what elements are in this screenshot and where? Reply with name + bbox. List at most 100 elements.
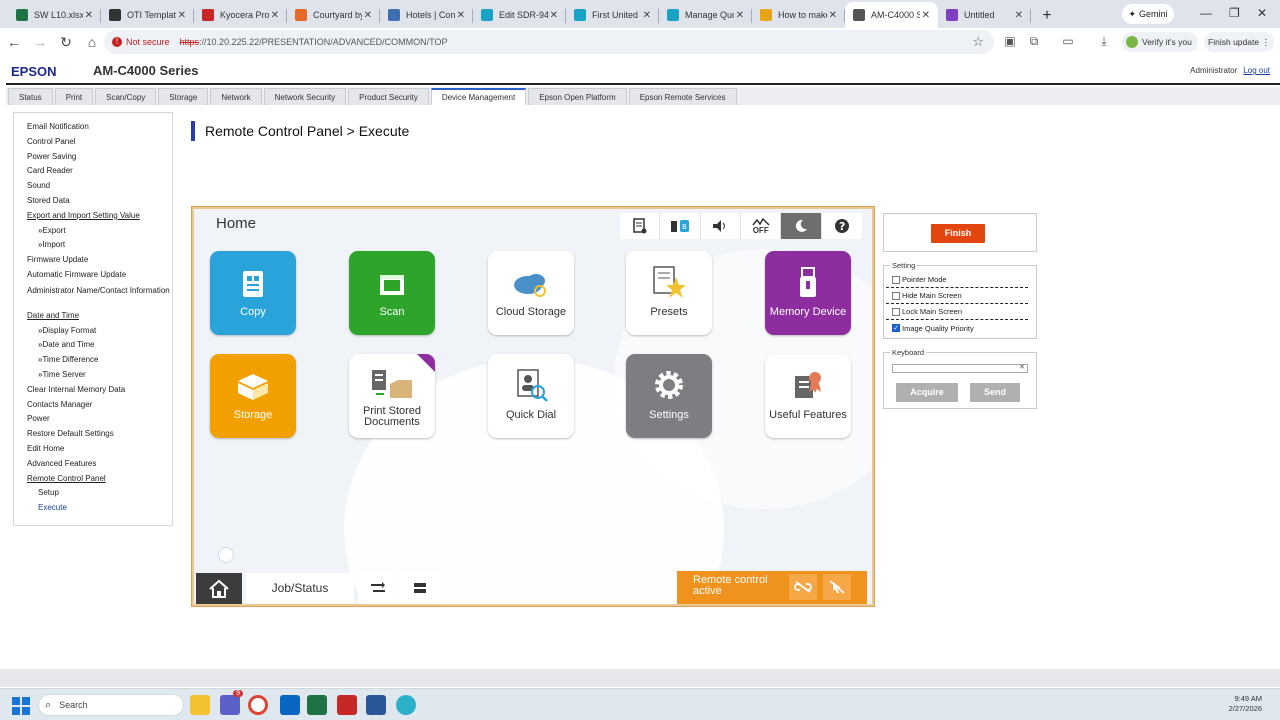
tab-epson-open-platform[interactable]: Epson Open Platform — [528, 88, 627, 105]
pointer-off-icon[interactable] — [823, 574, 851, 600]
close-tab-icon[interactable]: ✕ — [457, 10, 465, 21]
tile-storage[interactable]: Storage — [210, 354, 296, 438]
browser-tab[interactable]: Kyocera Prod✕ — [194, 2, 287, 28]
chrome-icon[interactable] — [248, 695, 268, 715]
close-window-icon[interactable]: ✕ — [1257, 6, 1267, 20]
close-tab-icon[interactable]: ✕ — [271, 10, 279, 21]
sidebar-item[interactable]: Advanced Features — [14, 457, 172, 472]
checkbox[interactable] — [892, 275, 900, 284]
tile-print-stored-documents[interactable]: Print Stored Documents — [349, 354, 435, 438]
browser-tab[interactable]: AM-C4000 Se✕ — [845, 2, 938, 28]
tab-storage[interactable]: Storage — [158, 88, 209, 105]
job-status-button[interactable]: Job/Status — [246, 573, 354, 603]
restore-icon[interactable]: ❐ — [1229, 6, 1240, 20]
close-tab-icon[interactable]: ✕ — [829, 10, 837, 21]
clear-input-icon[interactable]: ✕ — [1019, 363, 1025, 371]
file-explorer-icon[interactable] — [190, 695, 210, 715]
browser-tab[interactable]: Courtyard by ✕ — [287, 2, 380, 28]
system-clock[interactable]: 9:49 AM 2/27/2026 — [1229, 694, 1262, 714]
bookmark-star-icon[interactable]: ☆ — [972, 34, 984, 50]
sidebar-item[interactable]: Remote Control Panel — [14, 472, 172, 487]
browser-tab[interactable]: Manage Quo ✕ — [659, 2, 752, 28]
close-tab-icon[interactable]: ✕ — [550, 10, 558, 21]
sidebar-item[interactable]: Email Notification — [14, 120, 172, 135]
verify-chip[interactable]: Verify it's you — [1122, 32, 1198, 52]
sidebar-item[interactable]: Export and Import Setting Value — [14, 209, 172, 224]
tile-copy[interactable]: Copy — [210, 251, 296, 335]
tab-product-security[interactable]: Product Security — [348, 88, 429, 105]
sidebar-item[interactable]: Restore Default Settings — [14, 427, 172, 442]
acquire-button[interactable]: Acquire — [896, 383, 958, 402]
tile-quick-dial[interactable]: Quick Dial — [488, 354, 574, 438]
checkbox[interactable]: ✓ — [892, 324, 900, 332]
not-secure-chip[interactable]: ! Not secure — [112, 37, 170, 47]
tile-memory-device[interactable]: Memory Device — [765, 251, 851, 335]
tab-print[interactable]: Print — [54, 88, 94, 105]
close-tab-icon[interactable]: ✕ — [922, 10, 930, 21]
setting-checkbox-row[interactable]: Hide Main Screen — [886, 288, 1028, 304]
sidebar-item[interactable]: »Time Difference — [14, 353, 172, 368]
tab-status[interactable]: Status — [8, 88, 53, 105]
device-home-button[interactable] — [196, 573, 242, 604]
close-tab-icon[interactable]: ✕ — [736, 10, 744, 21]
sidebar-item[interactable]: »Time Server — [14, 368, 172, 383]
sidebar-item[interactable]: »Display Format — [14, 324, 172, 339]
close-tab-icon[interactable]: ✕ — [1015, 10, 1023, 21]
sidebar-item[interactable]: Execute — [14, 501, 172, 516]
sidebar-item[interactable]: Sound — [14, 179, 172, 194]
browser-tab[interactable]: Untitled ✕ — [938, 2, 1031, 28]
ink-network-icon[interactable]: B — [660, 213, 701, 239]
browser-tab[interactable]: First United ✕ — [566, 2, 659, 28]
browser-tab[interactable]: OTI Template ✕ — [101, 2, 194, 28]
sidebar-item[interactable]: »Date and Time — [14, 338, 172, 353]
tab-epson-remote-services[interactable]: Epson Remote Services — [628, 88, 737, 105]
sidebar-item[interactable]: »Import — [14, 238, 172, 253]
new-tab-button[interactable]: + — [1035, 4, 1059, 28]
device-screen[interactable]: Home B OFF ? Copy Scan Cloud Storage Preset… — [194, 209, 872, 604]
gemini-button[interactable]: ✦ Gemini — [1122, 4, 1174, 24]
checkbox[interactable] — [892, 307, 900, 316]
sidebar-item[interactable]: Firmware Update — [14, 253, 172, 268]
tile-presets[interactable]: Presets — [626, 251, 712, 335]
close-tab-icon[interactable]: ✕ — [178, 10, 186, 21]
horizontal-scrollbar[interactable] — [0, 669, 1280, 687]
help-icon[interactable]: ? — [822, 213, 862, 239]
browser-tab[interactable]: Edit SDR-949✕ — [473, 2, 566, 28]
setting-checkbox-row[interactable]: ✓ Image Quality Priority — [886, 320, 1028, 336]
download-icon[interactable]: ⤓ — [1096, 34, 1112, 50]
tab-network-security[interactable]: Network Security — [263, 88, 347, 105]
home-browser-icon[interactable]: ⌂ — [80, 30, 104, 54]
switch-screen-button[interactable] — [358, 573, 398, 603]
sleep-moon-icon[interactable] — [781, 213, 822, 239]
windows-start-icon[interactable] — [12, 697, 30, 715]
taskbar-search[interactable]: ⌕ Search — [38, 694, 184, 716]
sidebar-item[interactable]: Setup — [14, 486, 172, 501]
tile-useful-features[interactable]: Useful Features — [765, 354, 851, 438]
sidebar-item[interactable]: Contacts Manager — [14, 398, 172, 413]
unlink-icon[interactable] — [789, 574, 817, 600]
setting-checkbox-row[interactable]: Pointer Mode — [886, 272, 1028, 288]
tray-button[interactable] — [400, 573, 440, 603]
wifi-off-icon[interactable]: OFF — [741, 213, 782, 239]
address-bar[interactable]: ! Not secure https://10.20.225.22/PRESENT… — [104, 30, 994, 54]
close-tab-icon[interactable]: ✕ — [364, 10, 372, 21]
word-icon[interactable] — [366, 695, 386, 715]
send-button[interactable]: Send — [970, 383, 1020, 402]
finish-update-button[interactable]: Finish update ⋮ — [1204, 32, 1274, 52]
sidebar-item[interactable]: Control Panel — [14, 135, 172, 150]
sidebar-item[interactable]: Power — [14, 412, 172, 427]
browser-tab[interactable]: Hotels | Conc ✕ — [380, 2, 473, 28]
sound-icon[interactable] — [701, 213, 742, 239]
teams-icon[interactable]: 9 — [220, 690, 243, 715]
acrobat-icon[interactable] — [337, 695, 357, 715]
tab-device-management[interactable]: Device Management — [430, 88, 527, 105]
tab-network[interactable]: Network — [210, 88, 262, 105]
tile-cloud-storage[interactable]: Cloud Storage — [488, 251, 574, 335]
checkbox[interactable] — [892, 291, 900, 300]
tab-scan-copy[interactable]: Scan/Copy — [95, 88, 157, 105]
extension-icon[interactable]: ▣ — [1002, 34, 1018, 50]
logout-link[interactable]: Log out — [1243, 66, 1270, 75]
excel-icon[interactable] — [307, 695, 327, 715]
browser-tab[interactable]: How to make ✕ — [752, 2, 845, 28]
minimize-icon[interactable]: — — [1200, 6, 1212, 20]
